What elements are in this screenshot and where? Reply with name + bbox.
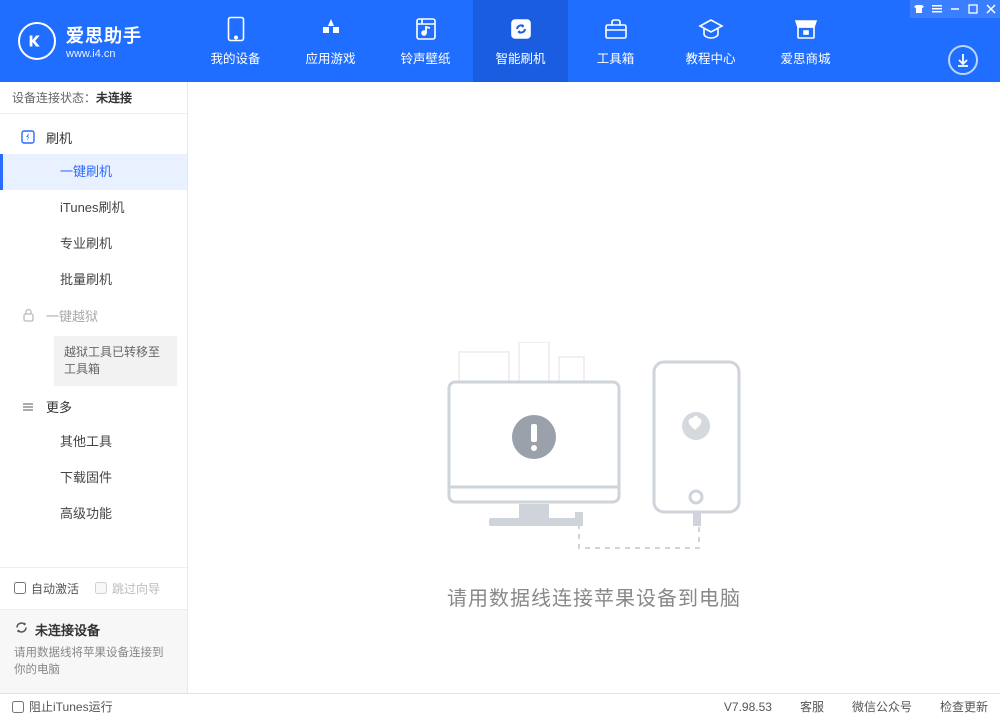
main-content: 请用数据线连接苹果设备到电脑 [188,82,1000,693]
education-icon [697,16,725,42]
wechat-link[interactable]: 微信公众号 [852,698,912,715]
jailbreak-note: 越狱工具已转移至工具箱 [54,336,177,386]
checkbox-label: 跳过向导 [112,580,160,597]
device-status-desc: 请用数据线将苹果设备连接到你的电脑 [14,645,173,680]
connect-device-illustration [429,342,759,572]
sidebar-group-more[interactable]: 更多 [0,390,187,424]
more-icon [20,399,36,415]
sidebar-device-status: 未连接设备 请用数据线将苹果设备连接到你的电脑 [0,609,187,694]
group-label: 一键越狱 [46,306,98,325]
brand-url: www.i4.cn [66,48,142,60]
logo-block: 爱思助手 www.i4.cn [0,0,188,82]
sidebar: 设备连接状态：未连接 刷机 一键刷机 iTunes刷机 专业刷机 批量刷机 一键… [0,82,188,693]
logo-icon [18,22,56,60]
conn-label: 设备连接状态： [12,91,96,105]
maximize-button[interactable] [964,0,982,18]
sidebar-item-onekey-flash[interactable]: 一键刷机 [0,154,187,190]
refresh-icon[interactable] [14,620,29,638]
download-button[interactable] [948,45,978,75]
menu-button[interactable] [928,0,946,18]
nav-label: 工具箱 [597,48,635,67]
nav-label: 爱思商城 [780,48,830,67]
nav-apps[interactable]: 应用游戏 [283,0,378,82]
nav-toolbox[interactable]: 工具箱 [568,0,663,82]
sidebar-item-batch-flash[interactable]: 批量刷机 [0,262,187,298]
close-button[interactable] [982,0,1000,18]
lightning-icon [20,129,36,145]
nav-label: 智能刷机 [495,48,545,67]
group-label: 刷机 [46,128,72,147]
sidebar-item-advanced[interactable]: 高级功能 [0,496,187,532]
device-icon [227,16,245,42]
connect-prompt: 请用数据线连接苹果设备到电脑 [188,582,1000,611]
app-header: 爱思助手 www.i4.cn 我的设备 应用游戏 铃声壁纸 智能刷机 工具箱 教… [0,0,1000,82]
connection-status: 设备连接状态：未连接 [0,82,187,114]
brand-name: 爱思助手 [66,22,142,48]
sidebar-group-jailbreak[interactable]: 一键越狱 [0,298,187,332]
skin-button[interactable] [910,0,928,18]
sidebar-item-itunes-flash[interactable]: iTunes刷机 [0,190,187,226]
flash-icon [509,16,533,42]
shop-icon [793,16,819,42]
window-controls [910,0,1000,18]
sidebar-group-flash[interactable]: 刷机 [0,120,187,154]
nav-shop[interactable]: 爱思商城 [758,0,853,82]
sidebar-options: 自动激活 跳过向导 [0,567,187,609]
support-link[interactable]: 客服 [800,698,824,715]
toolbox-icon [603,16,629,42]
nav-label: 铃声壁纸 [400,48,450,67]
nav-label: 我的设备 [210,48,260,67]
check-update-link[interactable]: 检查更新 [940,698,988,715]
minimize-button[interactable] [946,0,964,18]
nav-label: 教程中心 [685,48,735,67]
nav-tutorials[interactable]: 教程中心 [663,0,758,82]
sidebar-item-download-firmware[interactable]: 下载固件 [0,460,187,496]
nav-label: 应用游戏 [305,48,355,67]
ringtone-icon [414,16,438,42]
top-nav: 我的设备 应用游戏 铃声壁纸 智能刷机 工具箱 教程中心 爱思商城 [188,0,1000,82]
group-label: 更多 [46,397,72,416]
device-status-title: 未连接设备 [35,620,100,639]
sidebar-item-pro-flash[interactable]: 专业刷机 [0,226,187,262]
checkbox-label: 自动激活 [31,580,79,597]
status-bar: 阻止iTunes运行 V7.98.53 客服 微信公众号 检查更新 [0,693,1000,719]
auto-activate-checkbox[interactable]: 自动激活 [14,580,79,597]
lock-icon [20,307,36,323]
nav-my-device[interactable]: 我的设备 [188,0,283,82]
sidebar-item-other-tools[interactable]: 其他工具 [0,424,187,460]
nav-smart-flash[interactable]: 智能刷机 [473,0,568,82]
block-itunes-checkbox[interactable]: 阻止iTunes运行 [12,698,113,715]
nav-ringtones[interactable]: 铃声壁纸 [378,0,473,82]
skip-guide-checkbox[interactable]: 跳过向导 [95,580,160,597]
conn-value: 未连接 [96,91,132,105]
checkbox-label: 阻止iTunes运行 [29,698,113,715]
apps-icon [318,16,344,42]
version-label: V7.98.53 [724,700,772,714]
